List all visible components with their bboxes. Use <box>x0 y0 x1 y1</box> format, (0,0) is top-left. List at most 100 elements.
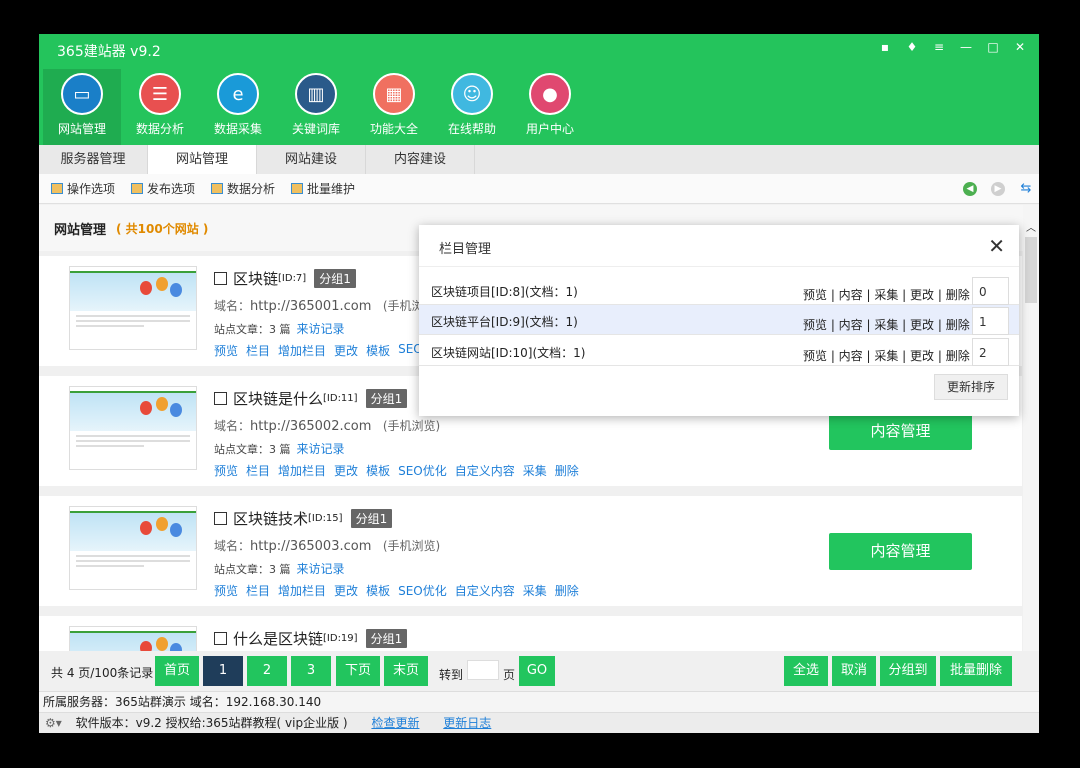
message-icon[interactable]: ▪ <box>876 40 894 54</box>
delete-link[interactable]: 删除 <box>555 582 579 599</box>
tab-build[interactable]: 网站建设 <box>257 145 366 174</box>
toolbar-item-options[interactable]: 操作选项 <box>51 180 115 197</box>
mobile-link[interactable]: (手机浏览) <box>383 419 440 433</box>
visit-log-link[interactable]: 来访记录 <box>297 442 345 456</box>
column-actions[interactable]: 预览 | 内容 | 采集 | 更改 | 删除 <box>803 316 970 333</box>
custom-content-link[interactable]: 自定义内容 <box>455 582 515 599</box>
preview-link[interactable]: 预览 <box>214 342 238 359</box>
domain-label: 域名： <box>214 539 251 553</box>
column-link[interactable]: 栏目 <box>246 462 270 479</box>
toolbar-item-publish[interactable]: 发布选项 <box>131 180 195 197</box>
visit-log-link[interactable]: 来访记录 <box>297 562 345 576</box>
template-link[interactable]: 模板 <box>366 462 390 479</box>
column-link[interactable]: 栏目 <box>246 342 270 359</box>
seo-link[interactable]: SEO优化 <box>398 582 447 599</box>
maximize-icon[interactable]: □ <box>984 40 1002 54</box>
collect-link[interactable]: 采集 <box>523 582 547 599</box>
page-3-button[interactable]: 3 <box>291 656 331 686</box>
site-title: 区块链技术 [ID:15] 分组1 <box>214 508 393 529</box>
menu-icon[interactable]: ≡ <box>930 40 948 54</box>
minimize-icon[interactable]: — <box>957 40 975 54</box>
scroll-thumb[interactable] <box>1025 237 1037 303</box>
select-all-button[interactable]: 全选 <box>784 656 828 686</box>
column-actions[interactable]: 预览 | 内容 | 采集 | 更改 | 删除 <box>803 286 970 303</box>
visit-log-link[interactable]: 来访记录 <box>297 322 345 336</box>
site-checkbox[interactable] <box>214 272 227 285</box>
domain-value[interactable]: http://365003.com <box>250 539 371 554</box>
order-input[interactable]: 0 <box>972 277 1009 305</box>
site-checkbox[interactable] <box>214 632 227 645</box>
site-checkbox[interactable] <box>214 512 227 525</box>
nav-label: 用户中心 <box>525 122 574 136</box>
site-checkbox[interactable] <box>214 392 227 405</box>
close-icon[interactable]: ✕ <box>1011 40 1029 54</box>
template-link[interactable]: 模板 <box>366 582 390 599</box>
refresh-icon[interactable]: ⇆ <box>1019 182 1033 196</box>
go-button[interactable]: GO <box>519 656 555 686</box>
scroll-up-icon[interactable]: ︿ <box>1026 219 1036 234</box>
nav-item-help[interactable]: ☺ 在线帮助 <box>433 69 511 145</box>
goto-page-input[interactable] <box>467 660 499 680</box>
template-link[interactable]: 模板 <box>366 342 390 359</box>
article-count: 站点文章：3 篇 <box>214 563 291 576</box>
domain-value[interactable]: http://365002.com <box>250 419 371 434</box>
seo-link[interactable]: SEO优化 <box>398 462 447 479</box>
delete-link[interactable]: 删除 <box>555 462 579 479</box>
next-page-button[interactable]: 下页 <box>336 656 380 686</box>
update-order-button[interactable]: 更新排序 <box>934 374 1008 400</box>
page-2-button[interactable]: 2 <box>247 656 287 686</box>
last-page-button[interactable]: 末页 <box>384 656 428 686</box>
nav-item-site-manage[interactable]: ▭ 网站管理 <box>43 69 121 145</box>
add-column-link[interactable]: 增加栏目 <box>278 582 326 599</box>
skin-icon[interactable]: ♦ <box>903 40 921 54</box>
article-count: 站点文章：3 篇 <box>214 323 291 336</box>
add-column-link[interactable]: 增加栏目 <box>278 342 326 359</box>
group-to-button[interactable]: 分组到 <box>880 656 936 686</box>
content-manage-button[interactable]: 内容管理 <box>829 533 972 570</box>
nav-item-user-center[interactable]: ● 用户中心 <box>511 69 589 145</box>
tab-content[interactable]: 内容建设 <box>366 145 475 174</box>
custom-content-link[interactable]: 自定义内容 <box>455 462 515 479</box>
site-name: 什么是区块链 <box>233 630 324 648</box>
order-input[interactable]: 2 <box>972 338 1009 366</box>
page-1-button[interactable]: 1 <box>203 656 243 686</box>
batch-delete-button[interactable]: 批量删除 <box>940 656 1012 686</box>
mobile-link[interactable]: (手机浏览) <box>383 539 440 553</box>
settings-icon[interactable]: ⚙▾ <box>45 716 62 730</box>
vertical-scrollbar[interactable]: ︿ ﹀ <box>1023 205 1039 685</box>
first-page-button[interactable]: 首页 <box>155 656 199 686</box>
toolbar-item-analysis[interactable]: 数据分析 <box>211 180 275 197</box>
tab-site[interactable]: 网站管理 <box>148 145 257 174</box>
update-log-link[interactable]: 更新日志 <box>443 716 491 730</box>
content-manage-button[interactable]: 内容管理 <box>829 413 972 450</box>
edit-link[interactable]: 更改 <box>334 462 358 479</box>
column-link[interactable]: 栏目 <box>246 582 270 599</box>
nav-item-data-analysis[interactable]: ☰ 数据分析 <box>121 69 199 145</box>
main-nav: ▭ 网站管理 ☰ 数据分析 e 数据采集 ▥ 关键词库 ▦ 功能大全 ☺ 在线帮… <box>43 69 589 145</box>
preview-link[interactable]: 预览 <box>214 462 238 479</box>
back-icon[interactable]: ◀ <box>963 182 977 196</box>
collect-link[interactable]: 采集 <box>523 462 547 479</box>
add-column-link[interactable]: 增加栏目 <box>278 462 326 479</box>
site-thumbnail[interactable] <box>69 626 197 651</box>
order-input[interactable]: 1 <box>972 307 1009 335</box>
edit-link[interactable]: 更改 <box>334 342 358 359</box>
nav-item-data-collect[interactable]: e 数据采集 <box>199 69 277 145</box>
nav-item-features[interactable]: ▦ 功能大全 <box>355 69 433 145</box>
preview-link[interactable]: 预览 <box>214 582 238 599</box>
domain-value[interactable]: http://365001.com <box>250 299 371 314</box>
nav-item-keywords[interactable]: ▥ 关键词库 <box>277 69 355 145</box>
toolbar-item-batch[interactable]: 批量维护 <box>291 180 355 197</box>
column-row: 区块链项目[ID:8](文档：1) 预览 | 内容 | 采集 | 更改 | 删除… <box>419 275 1019 305</box>
cancel-selection-button[interactable]: 取消 <box>832 656 876 686</box>
site-thumbnail[interactable] <box>69 266 197 350</box>
column-actions[interactable]: 预览 | 内容 | 采集 | 更改 | 删除 <box>803 347 970 364</box>
edit-link[interactable]: 更改 <box>334 582 358 599</box>
forward-icon[interactable]: ▶ <box>991 182 1005 196</box>
close-icon[interactable]: ✕ <box>988 234 1005 258</box>
check-update-link[interactable]: 检查更新 <box>371 716 419 730</box>
tab-server[interactable]: 服务器管理 <box>39 145 148 174</box>
site-thumbnail[interactable] <box>69 506 197 590</box>
site-name: 区块链技术 <box>233 510 309 528</box>
site-thumbnail[interactable] <box>69 386 197 470</box>
